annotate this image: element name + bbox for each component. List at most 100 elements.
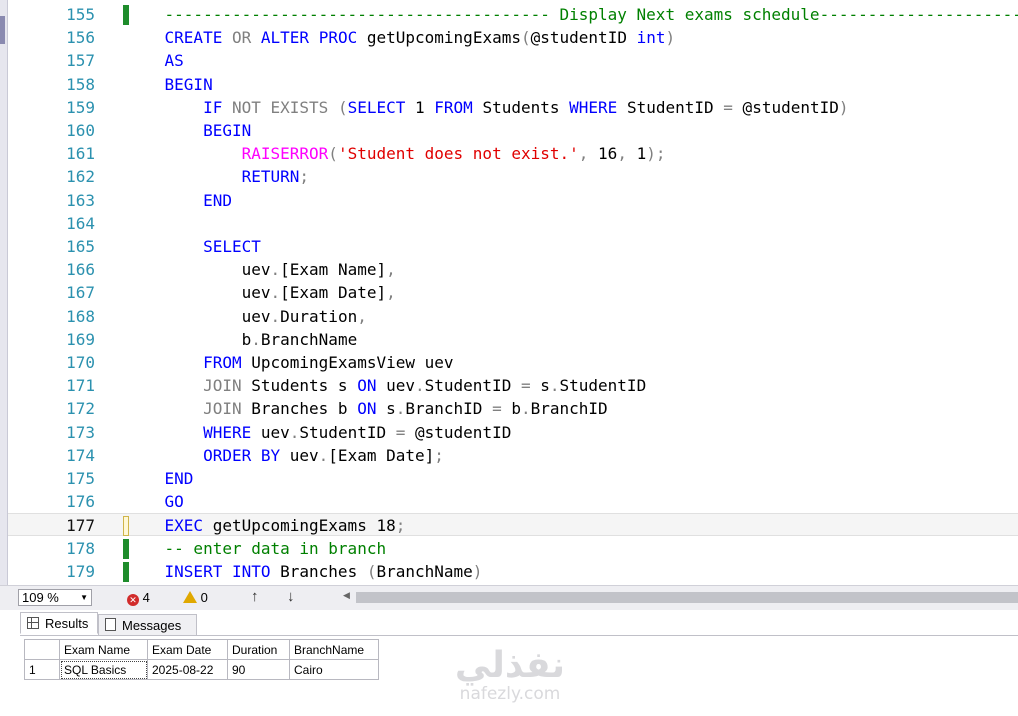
previous-issue-button[interactable]: ↑ [251,588,259,605]
code-line[interactable]: 167 uev.[Exam Date], [8,281,1018,304]
code-text: RETURN; [241,167,310,187]
zoom-value: 109 % [22,590,59,605]
line-number: 163 [66,190,95,210]
line-number: 156 [66,28,95,48]
arrow-up-icon: ↑ [251,588,259,605]
code-line[interactable]: 174 ORDER BY uev.[Exam Date]; [8,444,1018,467]
line-number: 172 [66,399,95,419]
line-number: 169 [66,329,95,349]
code-line[interactable]: 178 -- enter data in branch [8,537,1018,560]
code-line[interactable]: 166 uev.[Exam Name], [8,258,1018,281]
code-text: GO [164,492,184,512]
code-line[interactable]: 162 RETURN; [8,165,1018,188]
zoom-dropdown[interactable]: 109 % ▼ [18,589,92,606]
warning-icon [183,591,197,603]
grid-icon [27,617,39,629]
code-line[interactable]: 159 IF NOT EXISTS (SELECT 1 FROM Student… [8,96,1018,119]
code-text: END [164,469,194,488]
table-row[interactable]: 1 SQL Basics 2025-08-22 90 Cairo [24,659,379,680]
code-text: AS [164,51,184,71]
line-number: 176 [66,492,95,512]
code-line[interactable]: 173 WHERE uev.StudentID = @studentID [8,421,1018,444]
error-icon: ✕ [127,594,139,606]
column-header[interactable]: Exam Date [147,639,228,660]
code-line[interactable]: 158 BEGIN [8,73,1018,96]
watermark-logo: نفذلي nafezly.com [440,645,580,703]
row-number[interactable]: 1 [24,659,60,680]
code-text: SELECT [203,237,261,256]
arrow-down-icon: ↓ [287,588,295,605]
code-line[interactable]: 163 END [8,189,1018,212]
tab-messages[interactable]: Messages [98,614,197,636]
code-text: WHERE uev.StudentID = @studentID [203,422,512,442]
row-header-corner [24,639,60,660]
line-number: 170 [66,353,95,372]
code-line[interactable]: 164 [8,212,1018,235]
line-number: 162 [66,167,95,187]
code-text: JOIN Branches b ON s.BranchID = b.Branch… [203,399,608,419]
code-text: RAISERROR('Student does not exist.', 16,… [241,144,666,164]
next-issue-button[interactable]: ↓ [287,588,295,605]
line-number: 174 [66,445,95,465]
code-line[interactable]: 161 RAISERROR('Student does not exist.',… [8,142,1018,165]
table-cell[interactable]: Cairo [289,659,379,680]
horizontal-scrollbar[interactable] [356,592,1018,603]
code-line[interactable]: 155 ------------------------------------… [8,3,1018,26]
line-number: 171 [66,376,95,396]
chevron-down-icon: ▼ [80,593,88,602]
code-line[interactable]: 156 CREATE OR ALTER PROC getUpcomingExam… [8,26,1018,49]
code-line[interactable]: 177 EXEC getUpcomingExams 18; [8,513,1018,537]
code-text: uev.Duration, [126,306,367,326]
table-cell[interactable]: 2025-08-22 [147,659,228,680]
code-text: BEGIN [164,74,213,94]
error-count[interactable]: ✕ 4 [127,590,150,606]
sql-code-editor[interactable]: 155 ------------------------------------… [8,0,1018,585]
code-text: JOIN Students s ON uev.StudentID = s.Stu… [203,376,647,396]
code-line[interactable]: 168 uev.Duration, [8,305,1018,328]
table-cell[interactable]: SQL Basics [59,659,148,680]
line-number: 159 [66,97,95,117]
line-number: 157 [66,51,95,71]
editor-status-bar: 109 % ▼ ✕ 4 0 ↑ ↓ ◀ [0,585,1018,610]
line-number: 160 [66,121,95,140]
tab-results[interactable]: Results [20,612,98,634]
tab-results-label: Results [45,616,89,631]
warning-count-value: 0 [200,590,208,605]
code-text: CREATE OR ALTER PROC getUpcomingExams(@s… [164,28,676,48]
code-text: IF NOT EXISTS (SELECT 1 FROM Students WH… [203,97,849,117]
column-header[interactable]: Duration [227,639,290,660]
code-line[interactable]: 172 JOIN Branches b ON s.BranchID = b.Br… [8,397,1018,420]
line-number: 164 [66,213,95,233]
line-number: 173 [66,422,95,442]
code-text: FROM UpcomingExamsView uev [203,353,454,372]
line-number: 165 [66,237,95,256]
line-number: 155 [66,5,95,24]
column-header[interactable]: BranchName [289,639,379,660]
code-text: -- enter data in branch [164,538,387,558]
line-number: 158 [66,74,95,94]
code-line[interactable]: 179 INSERT INTO Branches (BranchName) [8,560,1018,583]
code-line[interactable]: 171 JOIN Students s ON uev.StudentID = s… [8,374,1018,397]
warning-count[interactable]: 0 [183,590,208,605]
code-line[interactable]: 176 GO [8,490,1018,513]
error-count-value: 4 [142,590,150,605]
line-number: 177 [66,516,95,536]
left-edge-marker [0,16,5,44]
results-grid: Exam Name Exam Date Duration BranchName … [24,639,379,680]
code-text: ----------------------------------------… [164,5,1018,24]
code-text: uev.[Exam Name], [126,260,396,280]
code-line[interactable]: 160 BEGIN [8,119,1018,142]
column-header[interactable]: Exam Name [59,639,148,660]
table-cell[interactable]: 90 [227,659,290,680]
code-line[interactable]: 175 END [8,467,1018,490]
scroll-left-icon: ◀ [343,590,350,600]
code-line[interactable]: 157 AS [8,49,1018,72]
code-text: uev.[Exam Date], [126,283,396,303]
code-line[interactable]: 170 FROM UpcomingExamsView uev [8,351,1018,374]
tab-messages-label: Messages [122,618,182,633]
code-line[interactable]: 165 SELECT [8,235,1018,258]
scroll-left-button[interactable]: ◀ [343,590,350,601]
watermark-arabic: نفذلي [454,645,566,686]
code-line[interactable]: 169 b.BranchName [8,328,1018,351]
code-text: END [203,190,232,210]
